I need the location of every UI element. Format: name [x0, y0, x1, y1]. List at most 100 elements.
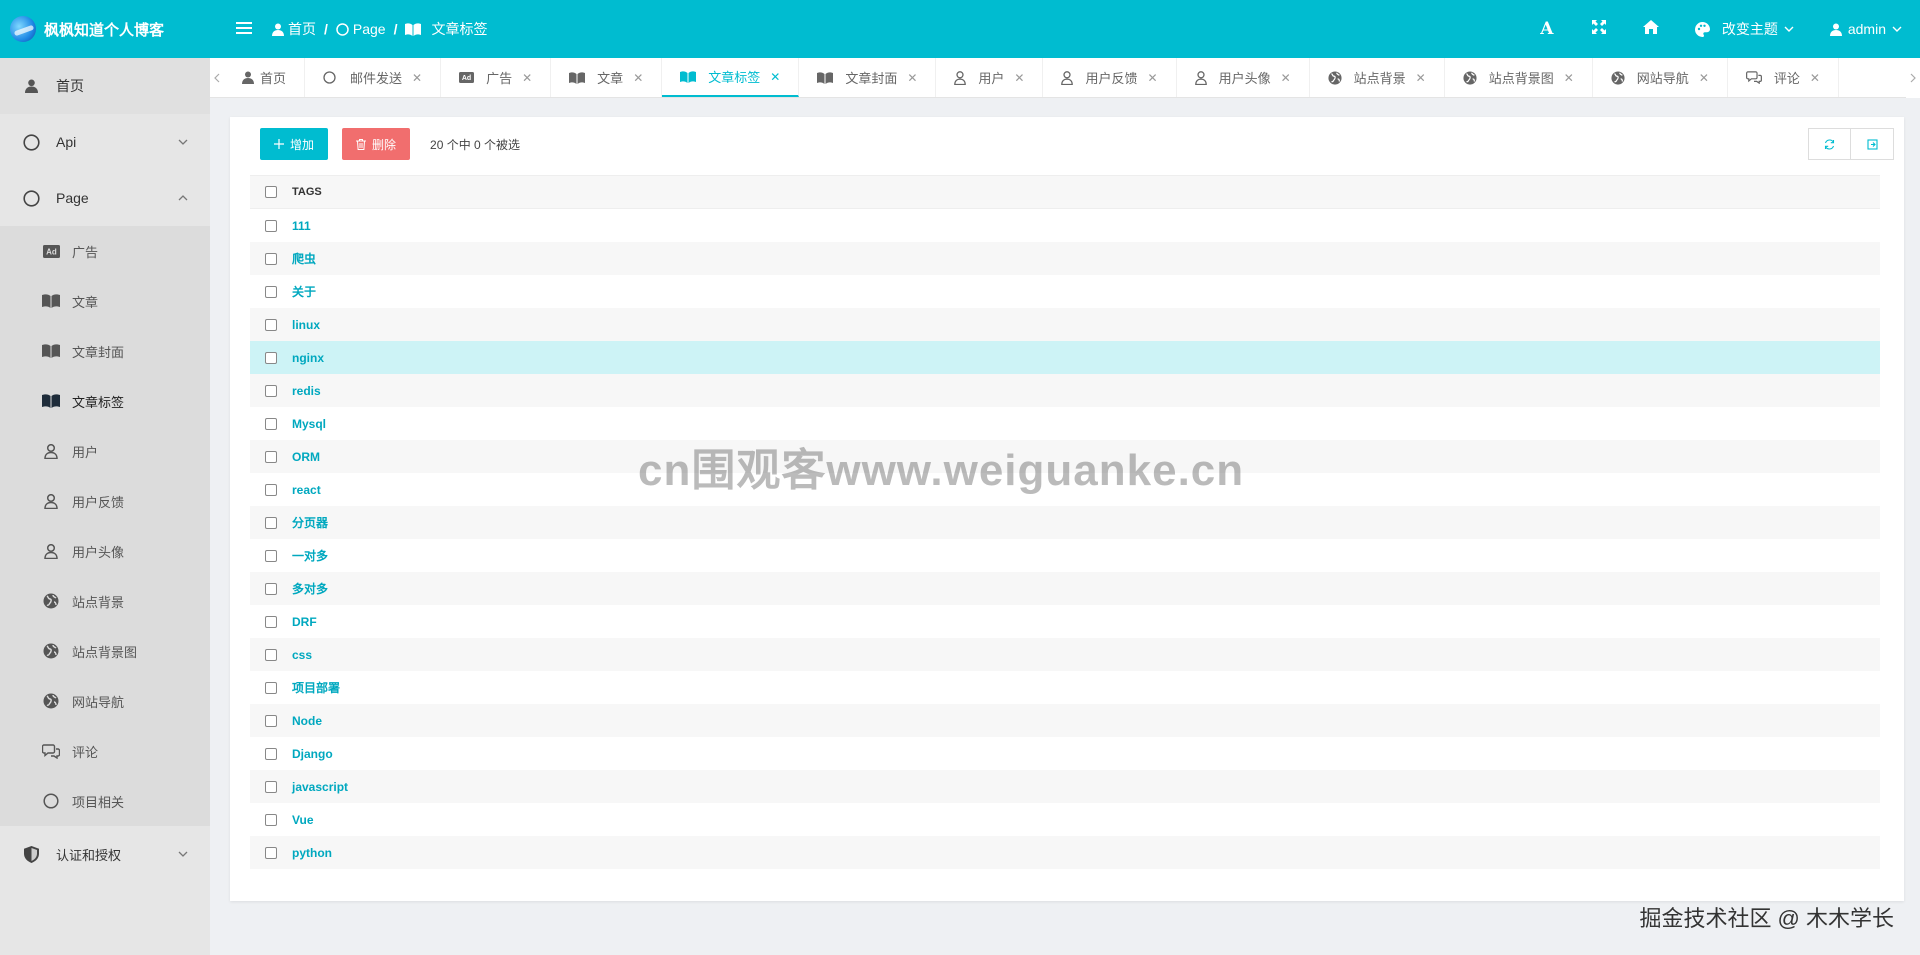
row-checkbox[interactable]	[265, 648, 277, 661]
table-row[interactable]: nginx	[250, 341, 1880, 374]
close-icon[interactable]: ✕	[633, 71, 643, 85]
tag-name-link[interactable]: Django	[292, 747, 333, 761]
table-row[interactable]: redis	[250, 374, 1880, 407]
sidebar-item-site-nav[interactable]: 网站导航	[0, 676, 210, 726]
sidebar-item-ad[interactable]: Ad 广告	[0, 226, 210, 276]
table-row[interactable]: Mysql	[250, 407, 1880, 440]
table-row[interactable]: 分页器	[250, 506, 1880, 539]
delete-button[interactable]: 删除	[342, 128, 411, 160]
row-checkbox[interactable]	[265, 417, 277, 430]
tag-name-link[interactable]: react	[292, 483, 321, 497]
brand-logo[interactable]: 枫枫知道个人博客	[0, 0, 212, 58]
tab-user[interactable]: 用户 ✕	[936, 58, 1044, 97]
close-icon[interactable]: ✕	[1148, 71, 1158, 85]
row-checkbox[interactable]	[265, 747, 277, 760]
tag-name-link[interactable]: 一对多	[292, 547, 328, 564]
table-row[interactable]: javascript	[250, 770, 1880, 803]
row-checkbox[interactable]	[265, 318, 277, 331]
tag-name-link[interactable]: linux	[292, 318, 320, 332]
row-checkbox[interactable]	[265, 714, 277, 727]
sidebar-item-home[interactable]: 首页	[0, 58, 210, 114]
tag-name-link[interactable]: redis	[292, 384, 321, 398]
row-checkbox[interactable]	[265, 780, 277, 793]
sidebar-item-user-feedback[interactable]: 用户反馈	[0, 476, 210, 526]
refresh-icon[interactable]	[1808, 128, 1851, 160]
close-icon[interactable]: ✕	[522, 71, 532, 85]
row-checkbox[interactable]	[265, 681, 277, 694]
row-checkbox[interactable]	[265, 846, 277, 859]
close-icon[interactable]: ✕	[770, 70, 780, 84]
table-row[interactable]: 项目部署	[250, 671, 1880, 704]
row-checkbox[interactable]	[265, 285, 277, 298]
tab-article-cover[interactable]: 文章封面 ✕	[799, 58, 937, 97]
tab-article[interactable]: 文章 ✕	[551, 58, 663, 97]
tag-name-link[interactable]: 爬虫	[292, 250, 316, 267]
chevron-right-icon[interactable]	[1906, 58, 1920, 98]
tag-name-link[interactable]: 项目部署	[292, 679, 340, 696]
tab-site-nav[interactable]: 网站导航 ✕	[1593, 58, 1728, 97]
tab-user-avatar[interactable]: 用户头像 ✕	[1177, 58, 1310, 97]
chevron-left-icon[interactable]	[210, 58, 224, 97]
close-icon[interactable]: ✕	[1416, 71, 1426, 85]
close-icon[interactable]: ✕	[1699, 71, 1709, 85]
tag-name-link[interactable]: python	[292, 846, 332, 860]
sidebar-item-page[interactable]: Page	[0, 170, 210, 226]
table-row[interactable]: Node	[250, 704, 1880, 737]
table-row[interactable]: Django	[250, 737, 1880, 770]
sidebar-item-site-bg-image[interactable]: 站点背景图	[0, 626, 210, 676]
sidebar-item-comments[interactable]: 评论	[0, 726, 210, 776]
row-checkbox[interactable]	[265, 615, 277, 628]
tab-site-bg[interactable]: 站点背景 ✕	[1310, 58, 1445, 97]
row-checkbox[interactable]	[265, 483, 277, 496]
close-icon[interactable]: ✕	[1014, 71, 1024, 85]
table-row[interactable]: 多对多	[250, 572, 1880, 605]
export-icon[interactable]	[1851, 128, 1894, 160]
table-row[interactable]: css	[250, 638, 1880, 671]
tag-name-link[interactable]: Mysql	[292, 417, 326, 431]
sidebar-item-user[interactable]: 用户	[0, 426, 210, 476]
tag-name-link[interactable]: DRF	[292, 615, 317, 629]
tag-name-link[interactable]: 分页器	[292, 514, 328, 531]
row-checkbox[interactable]	[265, 549, 277, 562]
tag-name-link[interactable]: nginx	[292, 351, 324, 365]
row-checkbox[interactable]	[265, 384, 277, 397]
tag-name-link[interactable]: 多对多	[292, 580, 328, 597]
sidebar-item-user-avatar[interactable]: 用户头像	[0, 526, 210, 576]
row-checkbox[interactable]	[265, 351, 277, 364]
sidebar-item-article[interactable]: 文章	[0, 276, 210, 326]
theme-menu[interactable]: 改变主题	[1677, 19, 1812, 39]
sidebar-item-site-bg[interactable]: 站点背景	[0, 576, 210, 626]
table-row[interactable]: DRF	[250, 605, 1880, 638]
table-row[interactable]: python	[250, 836, 1880, 869]
sidebar-item-projects[interactable]: 项目相关	[0, 776, 210, 826]
sidebar-item-article-tags[interactable]: 文章标签	[0, 376, 210, 426]
table-row[interactable]: linux	[250, 308, 1880, 341]
close-icon[interactable]: ✕	[1564, 71, 1574, 85]
tab-site-bg-image[interactable]: 站点背景图 ✕	[1445, 58, 1593, 97]
breadcrumb-home[interactable]: 首页	[272, 19, 316, 39]
fullscreen-icon[interactable]	[1573, 20, 1625, 38]
tag-name-link[interactable]: 关于	[292, 283, 316, 300]
table-row[interactable]: react	[250, 473, 1880, 506]
user-menu[interactable]: admin	[1812, 21, 1920, 37]
sidebar-item-auth[interactable]: 认证和授权	[0, 826, 210, 882]
tab-ad[interactable]: Ad 广告 ✕	[441, 58, 552, 97]
tag-name-link[interactable]: javascript	[292, 780, 348, 794]
table-row[interactable]: ORM	[250, 440, 1880, 473]
close-icon[interactable]: ✕	[907, 71, 917, 85]
sidebar-item-api[interactable]: Api	[0, 114, 210, 170]
sidebar-item-article-cover[interactable]: 文章封面	[0, 326, 210, 376]
tab-email[interactable]: 邮件发送 ✕	[305, 58, 442, 97]
select-all-checkbox[interactable]	[265, 186, 277, 198]
close-icon[interactable]: ✕	[1810, 71, 1820, 85]
row-checkbox[interactable]	[265, 450, 277, 463]
menu-toggle-icon[interactable]	[232, 19, 256, 40]
close-icon[interactable]: ✕	[412, 71, 422, 85]
table-row[interactable]: 111	[250, 209, 1880, 242]
row-checkbox[interactable]	[265, 219, 277, 232]
font-size-icon[interactable]: A	[1521, 19, 1573, 39]
tag-name-link[interactable]: 111	[292, 219, 311, 233]
table-row[interactable]: 一对多	[250, 539, 1880, 572]
row-checkbox[interactable]	[265, 582, 277, 595]
table-row[interactable]: 爬虫	[250, 242, 1880, 275]
